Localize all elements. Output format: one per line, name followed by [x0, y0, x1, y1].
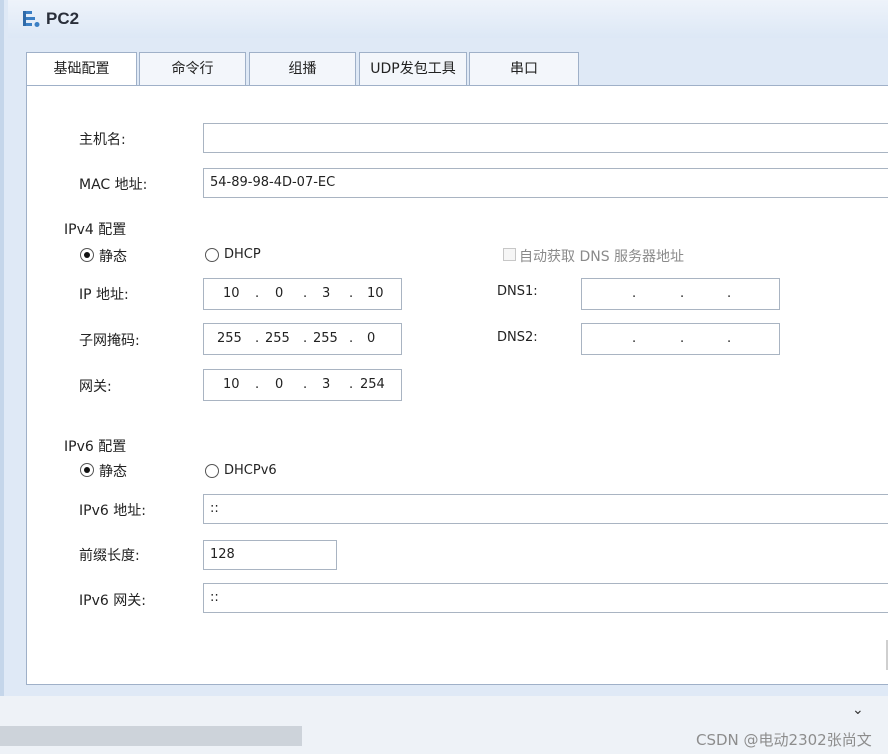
horizontal-scrollbar[interactable]: [0, 726, 302, 746]
tab-basic-config[interactable]: 基础配置: [26, 52, 137, 86]
ip-octet-4: 10: [367, 286, 384, 301]
dns1-label: DNS1:: [497, 284, 538, 299]
ipv4-section-title: IPv4 配置: [64, 222, 127, 238]
gw-octet-4: 254: [360, 377, 385, 392]
ipv6-address-input[interactable]: ::: [203, 494, 888, 524]
ipv6-static-label: 静态: [99, 464, 127, 480]
dns1-dot: .: [632, 286, 637, 301]
hostname-input[interactable]: [203, 123, 888, 153]
tab-command-line[interactable]: 命令行: [139, 52, 246, 85]
dns2-dot: .: [680, 331, 685, 346]
mac-input[interactable]: 54-89-98-4D-07-EC: [203, 168, 888, 198]
ipv4-dhcp-radio[interactable]: [205, 248, 219, 262]
gw-octet-1: 10: [223, 377, 240, 392]
hostname-label: 主机名:: [79, 132, 126, 148]
title-bar[interactable]: PC2: [8, 0, 888, 38]
ip-address-label: IP 地址:: [79, 287, 129, 303]
ipv6-static-radio[interactable]: [80, 463, 94, 477]
subnet-mask-input[interactable]: 255 . 255 . 255 . 0: [203, 323, 402, 355]
window-title: PC2: [46, 9, 80, 28]
ipv4-static-radio[interactable]: [80, 248, 94, 262]
ip-octet-3: 3: [322, 286, 331, 301]
auto-dns-checkbox[interactable]: [503, 248, 516, 261]
subnet-mask-label: 子网掩码:: [79, 333, 140, 349]
mask-octet-4: 0: [367, 331, 376, 346]
network-pc-icon: [23, 11, 40, 27]
ipv6-gateway-input[interactable]: ::: [203, 583, 888, 613]
auto-dns-label: 自动获取 DNS 服务器地址: [519, 249, 685, 265]
dns2-dot: .: [727, 331, 732, 346]
dns1-input[interactable]: . . .: [581, 278, 780, 310]
ip-dot: .: [349, 286, 354, 301]
chevron-down-icon[interactable]: ⌄: [852, 702, 864, 718]
gateway-label: 网关:: [79, 379, 112, 395]
mask-octet-1: 255: [217, 331, 242, 346]
watermark-text: CSDN @电动2302张尚文: [696, 731, 872, 749]
dns2-dot: .: [632, 331, 637, 346]
ip-octet-2: 0: [275, 286, 284, 301]
ipv6-dhcp-label: DHCPv6: [224, 463, 277, 478]
gw-dot: .: [303, 377, 308, 392]
dns1-dot: .: [680, 286, 685, 301]
ipv4-static-label: 静态: [99, 249, 127, 265]
ip-address-input[interactable]: 10 . 0 . 3 . 10: [203, 278, 402, 310]
ipv6-gateway-label: IPv6 网关:: [79, 593, 146, 609]
mask-octet-2: 255: [265, 331, 290, 346]
gateway-input[interactable]: 10 . 0 . 3 . 254: [203, 369, 402, 401]
mask-dot: .: [303, 331, 308, 346]
tab-udp-tool[interactable]: UDP发包工具: [359, 52, 467, 85]
mac-label: MAC 地址:: [79, 177, 148, 193]
pc2-config-window: PC2 基础配置 命令行 组播 UDP发包工具 串口 主机名: MAC 地址: …: [0, 0, 888, 754]
ip-octet-1: 10: [223, 286, 240, 301]
mask-dot: .: [255, 331, 260, 346]
prefix-length-label: 前缀长度:: [79, 548, 140, 564]
gw-dot: .: [349, 377, 354, 392]
mask-dot: .: [349, 331, 354, 346]
tab-serial[interactable]: 串口: [469, 52, 579, 85]
gw-dot: .: [255, 377, 260, 392]
ipv6-dhcp-radio[interactable]: [205, 464, 219, 478]
dns2-input[interactable]: . . .: [581, 323, 780, 355]
prefix-length-input[interactable]: 128: [203, 540, 337, 570]
ip-dot: .: [303, 286, 308, 301]
ipv6-section-title: IPv6 配置: [64, 439, 127, 455]
tab-multicast[interactable]: 组播: [249, 52, 356, 85]
basic-config-panel: 主机名: MAC 地址: 54-89-98-4D-07-EC IPv4 配置 静…: [26, 85, 888, 685]
dns2-label: DNS2:: [497, 330, 538, 345]
mask-octet-3: 255: [313, 331, 338, 346]
ipv6-address-label: IPv6 地址:: [79, 503, 146, 519]
gw-octet-3: 3: [322, 377, 331, 392]
ip-dot: .: [255, 286, 260, 301]
dns1-dot: .: [727, 286, 732, 301]
gw-octet-2: 0: [275, 377, 284, 392]
ipv4-dhcp-label: DHCP: [224, 247, 261, 262]
